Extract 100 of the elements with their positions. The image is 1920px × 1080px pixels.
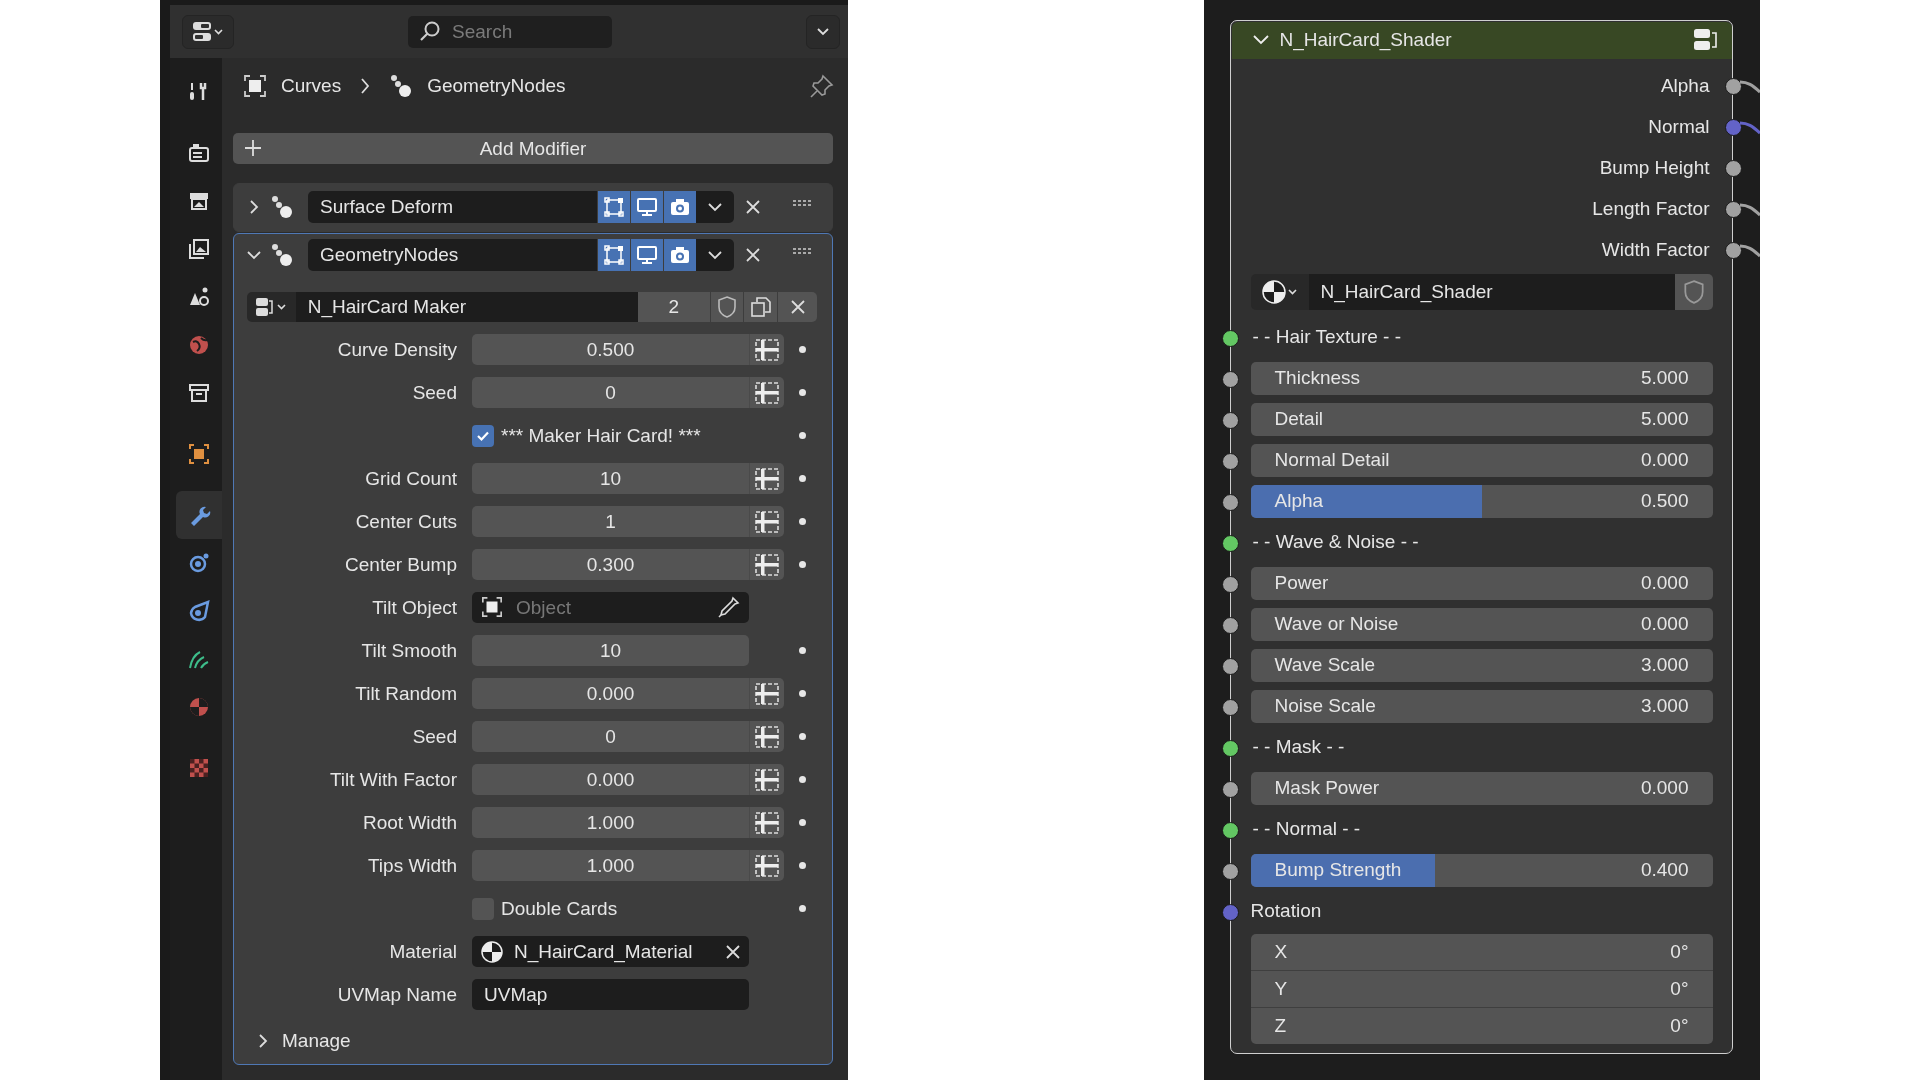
unlink-button[interactable] [777,292,817,322]
socket[interactable] [1221,657,1239,675]
number-field[interactable]: 0 [472,721,749,752]
modifier-name-field[interactable]: GeometryNodes [308,239,597,271]
keyframe-dot[interactable] [798,518,806,525]
number-field[interactable]: Detail 5.000 [1250,402,1713,436]
panel-header[interactable]: - - Normal - - [1250,818,1361,840]
keyframe-dot[interactable] [798,819,806,826]
keyframe-dot[interactable] [798,561,806,568]
socket[interactable] [1221,739,1239,757]
keyframe-dot[interactable] [798,862,806,869]
close-icon[interactable] [725,943,741,960]
dropdown-button[interactable] [696,191,734,223]
keyframe-dot[interactable] [798,647,806,654]
panel-header[interactable]: - - Mask - - [1250,736,1345,758]
pin-icon[interactable] [809,73,835,99]
checkbox[interactable] [472,424,494,447]
duplicate-button[interactable] [743,292,778,322]
keyframe-dot[interactable] [798,475,806,482]
number-field[interactable]: Power 0.000 [1250,566,1713,600]
visibility-toggle[interactable] [597,191,630,223]
number-field[interactable]: Wave Scale 3.000 [1250,648,1713,682]
keyframe-dot[interactable] [798,346,806,353]
socket[interactable] [1221,370,1239,388]
number-field[interactable]: 0.000 [472,764,749,795]
close-icon[interactable] [744,198,762,216]
attribute-toggle[interactable] [749,678,784,709]
visibility-toggle[interactable] [597,239,630,271]
eyedropper-icon[interactable] [717,595,741,619]
visibility-toggle[interactable] [663,239,696,271]
node-group-name-field[interactable]: N_HairCard Maker [295,292,638,322]
attribute-toggle[interactable] [749,549,784,580]
number-field[interactable]: Normal Detail 0.000 [1250,443,1713,477]
drag-handle-icon[interactable] [792,247,812,255]
manage-subpanel[interactable]: Manage [256,1026,366,1056]
number-field[interactable]: Wave or Noise 0.000 [1250,607,1713,641]
attribute-toggle[interactable] [749,807,784,838]
socket[interactable] [1221,534,1239,552]
socket[interactable] [1221,698,1239,716]
number-field[interactable]: 10 [472,635,749,666]
keyframe-dot[interactable] [798,733,806,740]
text-field[interactable]: UVMap [472,979,749,1010]
number-field[interactable]: 0 [472,377,749,408]
modifier-name-field[interactable]: Surface Deform [308,191,597,223]
attribute-toggle[interactable] [749,764,784,795]
vector-component-field[interactable]: Z 0° [1250,1006,1713,1044]
node-header[interactable]: N_HairCard_Shader [1231,21,1732,59]
socket[interactable] [1221,780,1239,798]
search-field[interactable]: Search [408,15,612,48]
socket[interactable] [1221,452,1239,470]
socket[interactable] [1221,862,1239,880]
add-modifier-button[interactable]: Add Modifier [233,133,833,164]
socket[interactable] [1221,493,1239,511]
number-field[interactable]: Noise Scale 3.000 [1250,689,1713,723]
socket[interactable] [1221,411,1239,429]
fake-user-button[interactable] [709,292,744,322]
number-field[interactable]: Thickness 5.000 [1250,361,1713,395]
number-field[interactable]: 1.000 [472,850,749,881]
attribute-toggle[interactable] [749,377,784,408]
number-field[interactable]: Mask Power 0.000 [1250,771,1713,805]
object-field[interactable]: Object [472,592,749,623]
keyframe-dot[interactable] [798,690,806,697]
number-field[interactable]: 10 [472,463,749,494]
keyframe-dot[interactable] [798,776,806,783]
material-name-field[interactable]: N_HairCard_Shader [1308,273,1675,310]
socket[interactable] [1221,329,1239,347]
visibility-toggle[interactable] [630,239,663,271]
socket[interactable] [1221,616,1239,634]
editor-type-button[interactable] [182,14,234,49]
visibility-toggle[interactable] [663,191,696,223]
keyframe-dot[interactable] [798,389,806,396]
attribute-toggle[interactable] [749,463,784,494]
attribute-toggle[interactable] [749,334,784,365]
number-field[interactable]: 1 [472,506,749,537]
dropdown-button[interactable] [696,239,734,271]
vector-component-field[interactable]: Y 0° [1250,969,1713,1007]
panel-header[interactable]: - - Wave & Noise - - [1250,531,1419,553]
node-group-selector[interactable] [247,292,296,322]
vector-component-field[interactable]: X 0° [1250,933,1713,970]
socket[interactable] [1221,821,1239,839]
value-slider[interactable]: Bump Strength 0.400 [1250,853,1713,887]
material-selector[interactable] [1250,273,1309,310]
value-slider[interactable]: Alpha 0.500 [1250,484,1713,518]
number-field[interactable]: 0.300 [472,549,749,580]
attribute-toggle[interactable] [749,850,784,881]
chevron-down-icon[interactable] [1251,34,1270,46]
keyframe-dot[interactable] [798,905,806,912]
close-icon[interactable] [744,246,762,264]
material-field[interactable]: N_HairCard_Material [472,936,749,967]
attribute-toggle[interactable] [749,506,784,537]
number-field[interactable]: 0.000 [472,678,749,709]
user-count[interactable]: 2 [637,292,710,322]
attribute-toggle[interactable] [749,721,784,752]
number-field[interactable]: 1.000 [472,807,749,838]
socket[interactable] [1221,903,1239,921]
keyframe-dot[interactable] [798,432,806,439]
number-field[interactable]: 0.500 [472,334,749,365]
visibility-toggle[interactable] [630,191,663,223]
dropdown-button[interactable] [806,14,840,49]
panel-header[interactable]: - - Hair Texture - - [1250,326,1401,348]
